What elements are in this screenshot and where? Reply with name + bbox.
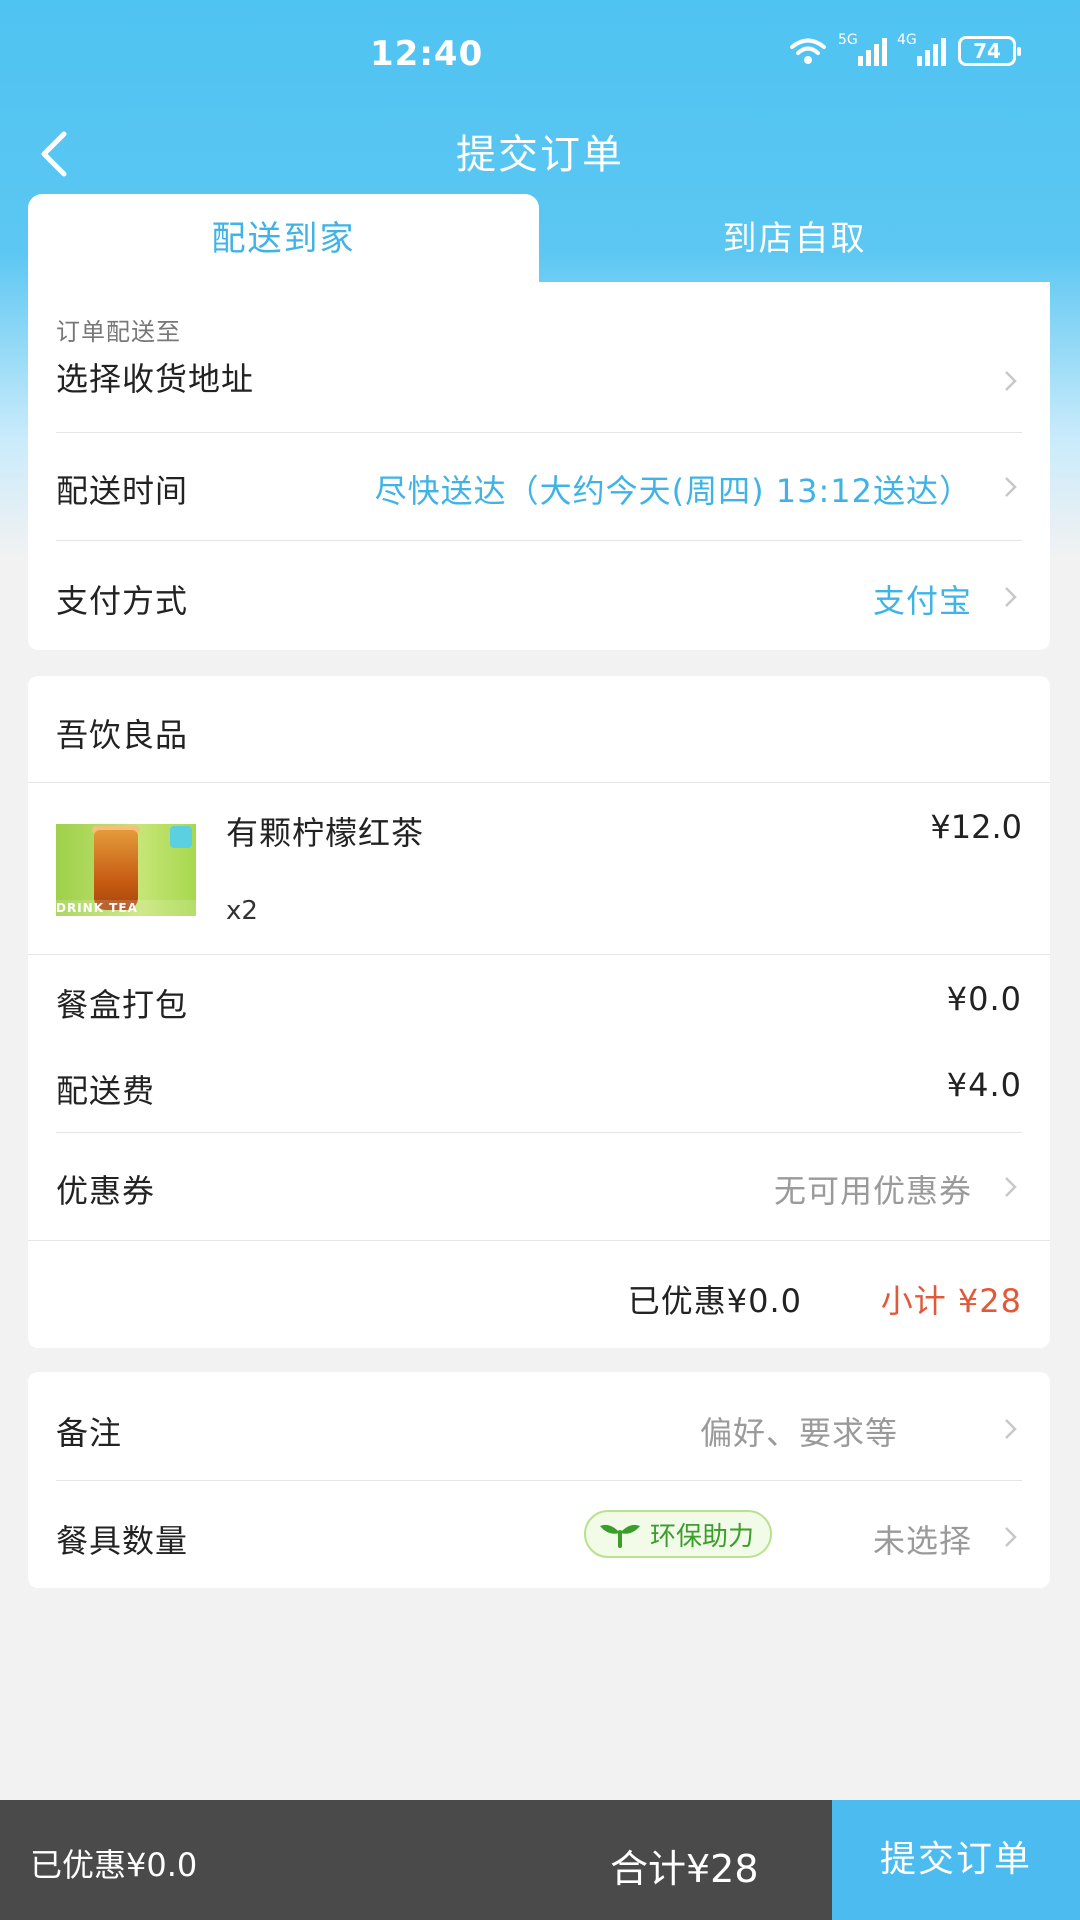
bottom-discount: 已优惠¥0.0 bbox=[30, 1846, 198, 1884]
delivery-fee-row: 配送费 ¥4.0 bbox=[56, 1066, 1022, 1116]
chevron-right-icon bbox=[1005, 477, 1017, 497]
product-thumbnail: DRINK TEA bbox=[56, 824, 196, 916]
subtotal-text: 小计 ¥28 bbox=[880, 1282, 1022, 1320]
status-time: 12:40 bbox=[370, 34, 484, 74]
nav-bar: 提交订单 bbox=[0, 112, 1080, 202]
eco-badge-label: 环保助力 bbox=[649, 1521, 754, 1552]
discount-text: 已优惠¥0.0 bbox=[627, 1282, 802, 1320]
delivery-mode-tabs: 配送到家 到店自取 bbox=[28, 194, 1050, 284]
wifi-icon bbox=[790, 38, 826, 64]
divider bbox=[28, 954, 1050, 955]
delivery-time-value: 尽快送达（大约今天(周四) 13:12送达） bbox=[374, 472, 972, 510]
tab-delivery[interactable]: 配送到家 bbox=[28, 194, 539, 284]
address-value: 选择收货地址 bbox=[56, 360, 255, 398]
order-card: 吾饮良品 DRINK TEA 有颗柠檬红茶 ¥12.0 x2 餐盒打包 ¥0.0… bbox=[28, 676, 1050, 1348]
delivery-fee-label: 配送费 bbox=[56, 1072, 156, 1110]
product-price: ¥12.0 bbox=[930, 808, 1022, 846]
divider bbox=[28, 1240, 1050, 1241]
extras-card: 备注 偏好、要求等 餐具数量 环保助力 未选择 bbox=[28, 1372, 1050, 1588]
address-row[interactable]: 订单配送至 选择收货地址 bbox=[56, 312, 1022, 422]
product-name: 有颗柠檬红茶 bbox=[226, 814, 425, 852]
submit-order-button[interactable]: 提交订单 bbox=[832, 1800, 1080, 1920]
sprout-icon bbox=[599, 1524, 640, 1548]
delivery-time-row[interactable]: 配送时间 尽快送达（大约今天(周四) 13:12送达） bbox=[56, 432, 1022, 540]
chevron-right-icon bbox=[1005, 1527, 1017, 1547]
signal-5g-icon: 5G bbox=[838, 32, 887, 66]
chevron-right-icon bbox=[1005, 1177, 1017, 1197]
payment-value: 支付宝 bbox=[872, 582, 972, 620]
chevron-right-icon bbox=[1005, 371, 1017, 391]
coupon-value: 无可用优惠券 bbox=[773, 1172, 972, 1210]
packing-row: 餐盒打包 ¥0.0 bbox=[56, 980, 1022, 1030]
remark-label: 备注 bbox=[56, 1414, 123, 1452]
subtotal-row: 已优惠¥0.0 小计 ¥28 bbox=[56, 1276, 1022, 1326]
store-name: 吾饮良品 bbox=[56, 716, 189, 754]
battery-icon: 74 bbox=[958, 36, 1021, 66]
delivery-info-card: 订单配送至 选择收货地址 配送时间 尽快送达（大约今天(周四) 13:12送达）… bbox=[28, 282, 1050, 650]
signal-4g-icon: 4G bbox=[897, 32, 946, 66]
product-qty: x2 bbox=[226, 896, 258, 926]
delivery-fee-value: ¥4.0 bbox=[946, 1066, 1022, 1104]
status-bar: 12:40 5G 4G 74 bbox=[0, 0, 1080, 112]
remark-row[interactable]: 备注 偏好、要求等 bbox=[56, 1372, 1022, 1480]
address-caption: 订单配送至 bbox=[56, 318, 181, 346]
bottom-total: 合计¥28 bbox=[610, 1847, 759, 1891]
utensils-row[interactable]: 餐具数量 环保助力 未选择 bbox=[56, 1480, 1022, 1588]
chevron-right-icon bbox=[1005, 587, 1017, 607]
packing-value: ¥0.0 bbox=[946, 980, 1022, 1018]
coupon-label: 优惠券 bbox=[56, 1172, 156, 1210]
page-title: 提交订单 bbox=[456, 132, 624, 178]
utensils-label: 餐具数量 bbox=[56, 1522, 189, 1560]
checkout-bar: 已优惠¥0.0 合计¥28 提交订单 bbox=[0, 1800, 1080, 1920]
payment-row[interactable]: 支付方式 支付宝 bbox=[56, 540, 1022, 650]
payment-label: 支付方式 bbox=[56, 582, 189, 620]
remark-placeholder: 偏好、要求等 bbox=[699, 1414, 898, 1452]
coupon-row[interactable]: 优惠券 无可用优惠券 bbox=[56, 1132, 1022, 1240]
divider bbox=[28, 782, 1050, 783]
delivery-time-label: 配送时间 bbox=[56, 472, 189, 510]
eco-badge: 环保助力 bbox=[583, 1510, 772, 1558]
packing-label: 餐盒打包 bbox=[56, 986, 189, 1024]
chevron-right-icon bbox=[1005, 1419, 1017, 1439]
status-icons: 5G 4G 74 bbox=[788, 32, 1021, 66]
tab-pickup[interactable]: 到店自取 bbox=[539, 194, 1050, 284]
utensils-value: 未选择 bbox=[872, 1522, 972, 1560]
